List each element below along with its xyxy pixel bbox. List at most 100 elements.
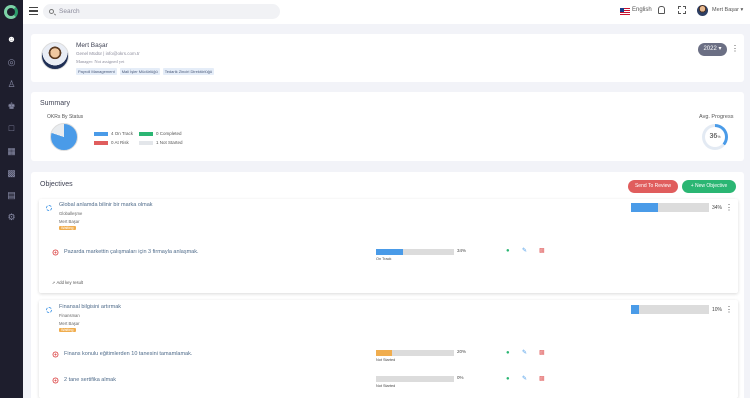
- sidebar: ☻ ◎ ♙ ♚ □ ▦ ▩ ▤ ⚙: [0, 0, 23, 398]
- profile-tag: Mali İşler Müdürlüğü: [119, 68, 160, 75]
- legend-label: 1 Not Started: [156, 140, 183, 145]
- year-select[interactable]: 2022 ▾: [698, 43, 727, 56]
- key-result-status: On Track: [376, 257, 392, 261]
- new-objective-button[interactable]: + New Objective: [682, 180, 736, 193]
- objective-title[interactable]: Finansal bilgisini artırmak: [59, 304, 121, 310]
- legend-label: 0 Completed: [156, 131, 182, 136]
- avg-progress-value: 36%: [702, 124, 728, 150]
- profile-avatar: [41, 42, 69, 70]
- objective-owner: Mert Başar: [59, 321, 80, 326]
- objective-owner: Mert Başar: [59, 219, 80, 224]
- user-icon[interactable]: ☻: [6, 34, 17, 45]
- delete-icon[interactable]: ▩: [539, 376, 545, 383]
- profile-name: Mert Başar: [76, 42, 108, 49]
- profile-manager: Manager: Not assigned yet: [76, 59, 125, 64]
- objective-progress-text: 34%: [712, 205, 723, 211]
- chevron-down-icon: ▾: [718, 46, 722, 52]
- objective-category: Globalleşme: [59, 211, 83, 216]
- okrs-by-status-label: OKRs By Status: [47, 114, 84, 120]
- delete-icon[interactable]: ▩: [539, 350, 545, 357]
- legend-at-risk: 0 At Risk: [94, 140, 129, 145]
- objective-progress-fill: [631, 305, 639, 314]
- fullscreen-icon[interactable]: [678, 6, 686, 14]
- status-badge: Waiting: [59, 226, 76, 230]
- edit-icon[interactable]: ✎: [522, 248, 527, 255]
- key-result-progress-text: 20%: [457, 349, 467, 354]
- objective-progress-bar: [631, 203, 709, 212]
- legend-not-started: 1 Not Started: [139, 140, 183, 145]
- key-result-progress-text: 0%: [457, 375, 464, 380]
- search-input[interactable]: Search: [43, 4, 280, 19]
- more-options-icon[interactable]: ⋮: [725, 306, 733, 314]
- key-result-status: Not Started: [376, 384, 396, 388]
- user-menu[interactable]: Mert Başar ▾: [712, 7, 743, 13]
- target-icon[interactable]: ◎: [6, 57, 17, 68]
- legend-swatch: [139, 131, 153, 136]
- avg-unit: %: [717, 135, 721, 139]
- key-result-title[interactable]: Finans konulu eğitimlerden 10 tanesini t…: [64, 351, 192, 357]
- objectives-card: Objectives Send To Review + New Objectiv…: [31, 172, 744, 398]
- key-result-progress-bar: [376, 376, 454, 382]
- loading-icon: [46, 205, 52, 211]
- summary-title: Summary: [40, 100, 70, 107]
- profile-tag: Tedarik Zinciri Direktörlüğü: [162, 68, 215, 75]
- legend-swatch: [139, 140, 153, 145]
- us-flag-icon[interactable]: [620, 8, 630, 15]
- pin-icon: ➚: [52, 280, 56, 285]
- settings-icon[interactable]: ⚙: [6, 212, 17, 223]
- objective-progress-text: 10%: [712, 307, 723, 313]
- send-to-review-button[interactable]: Send To Review: [628, 180, 678, 193]
- legend-label: 4 On Track: [111, 131, 134, 136]
- more-options-icon[interactable]: ⋮: [725, 204, 733, 212]
- menu-icon[interactable]: [29, 7, 38, 15]
- legend-swatch: [94, 131, 108, 136]
- delete-icon[interactable]: ▩: [539, 248, 545, 255]
- more-options-icon[interactable]: ⋮: [731, 45, 739, 53]
- location-icon[interactable]: ●: [506, 248, 510, 255]
- calendar-icon[interactable]: ▦: [6, 146, 17, 157]
- key-result-progress-fill: [376, 350, 392, 356]
- edit-icon[interactable]: ✎: [522, 350, 527, 357]
- chat-icon[interactable]: □: [6, 123, 17, 134]
- legend-on-track: 4 On Track: [94, 131, 133, 136]
- chevron-down-icon: ▾: [740, 7, 744, 13]
- objective-item: Finansal bilgisini artırmak Finansman Me…: [39, 300, 738, 398]
- add-key-result-link[interactable]: ➚ Add key result: [52, 280, 83, 285]
- legend-completed: 0 Completed: [139, 131, 182, 136]
- key-result-progress-fill: [376, 249, 403, 255]
- add-key-result-label: Add key result: [56, 280, 83, 285]
- team-icon[interactable]: ♚: [6, 101, 17, 112]
- target-icon: [52, 249, 59, 256]
- objective-title[interactable]: Global anlamda bilinir bir marka olmak: [59, 202, 153, 208]
- location-icon[interactable]: ●: [506, 376, 510, 383]
- key-result-progress-text: 34%: [457, 248, 467, 253]
- briefcase-icon[interactable]: ▩: [6, 168, 17, 179]
- key-result-progress-bar: [376, 350, 454, 356]
- key-result-progress-bar: [376, 249, 454, 255]
- language-selector[interactable]: English: [632, 7, 652, 13]
- profile-tag: Payroll Management: [76, 68, 117, 75]
- target-icon: [52, 351, 59, 358]
- logo-icon[interactable]: [4, 5, 18, 19]
- key-result-status: Not Started: [376, 358, 396, 362]
- status-badge: Waiting: [59, 328, 76, 332]
- search-icon: [49, 9, 54, 14]
- users-icon[interactable]: ♙: [6, 79, 17, 90]
- profile-role-email: Genel Müdür | info@okrs.com.tr: [76, 51, 140, 56]
- objective-category: Finansman: [59, 313, 80, 318]
- key-result-title[interactable]: Pazarda markettin çalışmaları için 3 fir…: [64, 249, 199, 255]
- avatar[interactable]: [697, 5, 708, 16]
- objective-progress-bar: [631, 305, 709, 314]
- avg-progress-label: Avg. Progress: [699, 114, 734, 120]
- edit-icon[interactable]: ✎: [522, 376, 527, 383]
- objectives-title: Objectives: [40, 181, 73, 188]
- target-icon: [52, 377, 59, 384]
- loading-icon: [46, 307, 52, 313]
- bell-icon[interactable]: [658, 6, 665, 14]
- summary-card: Summary OKRs By Status 4 On Track 0 Comp…: [31, 92, 744, 161]
- key-result-title[interactable]: 2 tane sertifika almak: [64, 377, 116, 383]
- profile-tags: Payroll Management Mali İşler Müdürlüğü …: [76, 68, 215, 75]
- location-icon[interactable]: ●: [506, 350, 510, 357]
- profile-card: Mert Başar Genel Müdür | info@okrs.com.t…: [31, 34, 744, 82]
- document-icon[interactable]: ▤: [6, 190, 17, 201]
